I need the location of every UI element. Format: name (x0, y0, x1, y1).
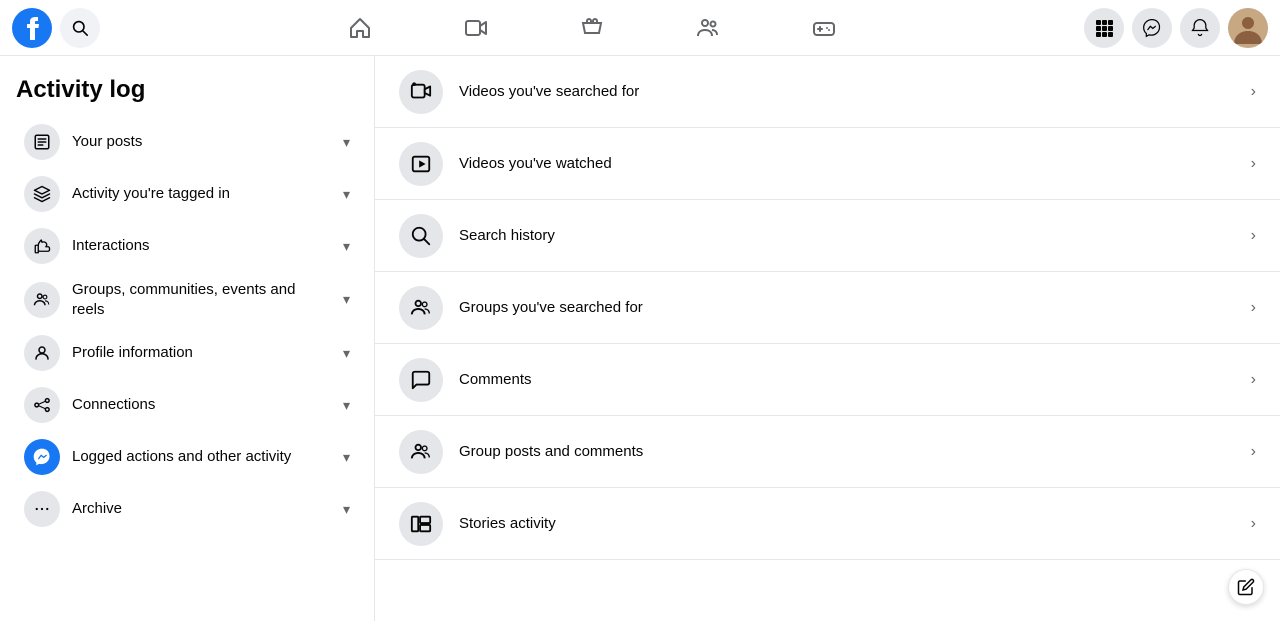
your-posts-label: Your posts (72, 132, 331, 152)
videos-searched-label: Videos you've searched for (459, 83, 1251, 100)
messenger-icon (1142, 18, 1162, 38)
list-item-groups-searched[interactable]: Groups you've searched for › (375, 272, 1280, 344)
search-button[interactable] (60, 8, 100, 48)
sidebar-item-archive[interactable]: Archive ▾ (8, 483, 366, 535)
group-posts-chevron: › (1251, 443, 1256, 461)
nav-groups-button[interactable] (652, 4, 764, 52)
main-layout: Activity log Your posts ▾ (0, 56, 1280, 621)
your-posts-chevron: ▾ (343, 134, 350, 151)
notifications-button[interactable] (1180, 8, 1220, 48)
interactions-icon (24, 228, 60, 264)
logged-actions-label: Logged actions and other activity (72, 447, 331, 467)
top-nav (0, 0, 1280, 56)
groups-chevron: ▾ (343, 291, 350, 308)
connections-icon (24, 387, 60, 423)
facebook-logo[interactable] (12, 8, 52, 48)
list-item-search-history[interactable]: Search history › (375, 200, 1280, 272)
groups-label: Groups, communities, events and reels (72, 280, 331, 319)
apps-button[interactable] (1084, 8, 1124, 48)
groups-searched-label: Groups you've searched for (459, 299, 1251, 316)
apps-icon (1095, 19, 1113, 37)
nav-home-button[interactable] (304, 4, 416, 52)
main-content: Videos you've searched for › Videos you'… (375, 56, 1280, 621)
search-history-chevron: › (1251, 227, 1256, 245)
stories-activity-icon (399, 502, 443, 546)
stories-activity-label: Stories activity (459, 515, 1251, 532)
marketplace-icon (580, 16, 604, 40)
video-icon (464, 16, 488, 40)
nav-left (12, 8, 100, 48)
sidebar-item-your-posts[interactable]: Your posts ▾ (8, 116, 366, 168)
list-item-comments[interactable]: Comments › (375, 344, 1280, 416)
group-posts-icon (399, 430, 443, 474)
interactions-label: Interactions (72, 236, 331, 256)
profile-info-icon (24, 335, 60, 371)
videos-searched-icon (399, 70, 443, 114)
search-history-label: Search history (459, 227, 1251, 244)
connections-chevron: ▾ (343, 397, 350, 414)
videos-watched-icon (399, 142, 443, 186)
sidebar-item-connections[interactable]: Connections ▾ (8, 379, 366, 431)
search-history-icon (399, 214, 443, 258)
list-item-stories-activity[interactable]: Stories activity › (375, 488, 1280, 560)
stories-activity-chevron: › (1251, 515, 1256, 533)
home-icon (348, 16, 372, 40)
nav-center (100, 4, 1084, 52)
sidebar-item-activity-tagged[interactable]: Activity you're tagged in ▾ (8, 168, 366, 220)
connections-label: Connections (72, 395, 331, 415)
search-icon (72, 20, 88, 36)
comments-icon (399, 358, 443, 402)
logged-actions-icon (24, 439, 60, 475)
gaming-icon (812, 16, 836, 40)
your-posts-icon (24, 124, 60, 160)
nav-right (1084, 8, 1268, 48)
sidebar-item-groups[interactable]: Groups, communities, events and reels ▾ (8, 272, 366, 327)
page-title: Activity log (0, 68, 374, 116)
groups-sidebar-icon (24, 282, 60, 318)
sidebar-item-interactions[interactable]: Interactions ▾ (8, 220, 366, 272)
list-item-videos-watched[interactable]: Videos you've watched › (375, 128, 1280, 200)
sidebar-item-logged-actions[interactable]: Logged actions and other activity ▾ (8, 431, 366, 483)
activity-list: Videos you've searched for › Videos you'… (375, 56, 1280, 560)
float-edit-button[interactable] (1228, 569, 1264, 605)
nav-marketplace-button[interactable] (536, 4, 648, 52)
videos-searched-chevron: › (1251, 83, 1256, 101)
videos-watched-label: Videos you've watched (459, 155, 1251, 172)
groups-searched-chevron: › (1251, 299, 1256, 317)
notifications-icon (1190, 18, 1210, 38)
activity-tagged-label: Activity you're tagged in (72, 184, 331, 204)
sidebar: Activity log Your posts ▾ (0, 56, 375, 621)
interactions-chevron: ▾ (343, 238, 350, 255)
comments-chevron: › (1251, 371, 1256, 389)
archive-label: Archive (72, 499, 331, 519)
avatar-button[interactable] (1228, 8, 1268, 48)
archive-icon (24, 491, 60, 527)
list-item-group-posts[interactable]: Group posts and comments › (375, 416, 1280, 488)
messenger-button[interactable] (1132, 8, 1172, 48)
activity-tagged-chevron: ▾ (343, 186, 350, 203)
videos-watched-chevron: › (1251, 155, 1256, 173)
list-item-videos-searched[interactable]: Videos you've searched for › (375, 56, 1280, 128)
sidebar-item-profile-info[interactable]: Profile information ▾ (8, 327, 366, 379)
activity-tagged-icon (24, 176, 60, 212)
logged-actions-chevron: ▾ (343, 449, 350, 466)
profile-info-chevron: ▾ (343, 345, 350, 362)
profile-info-label: Profile information (72, 343, 331, 363)
groups-searched-icon (399, 286, 443, 330)
edit-icon (1237, 578, 1255, 596)
groups-icon (696, 16, 720, 40)
nav-gaming-button[interactable] (768, 4, 880, 52)
archive-chevron: ▾ (343, 501, 350, 518)
user-avatar (1228, 8, 1268, 48)
group-posts-label: Group posts and comments (459, 443, 1251, 460)
nav-video-button[interactable] (420, 4, 532, 52)
comments-label: Comments (459, 371, 1251, 388)
